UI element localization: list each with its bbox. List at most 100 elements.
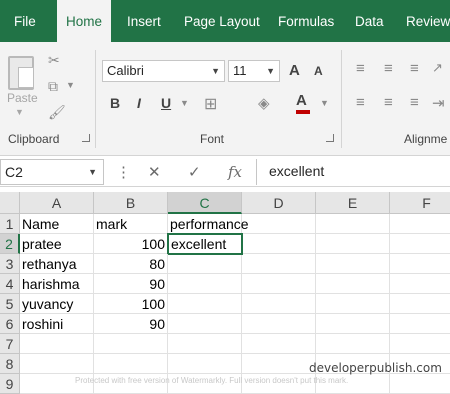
- align-middle-icon[interactable]: ≡: [384, 60, 393, 77]
- grid-cell[interactable]: [168, 314, 242, 334]
- cell-a3[interactable]: rethanya: [20, 254, 94, 274]
- grid-cell[interactable]: [242, 254, 316, 274]
- font-color-button[interactable]: A: [296, 92, 307, 109]
- grid-cell[interactable]: [94, 334, 168, 354]
- underline-dropdown-icon[interactable]: ▼: [180, 98, 189, 108]
- italic-button[interactable]: I: [137, 95, 141, 111]
- paste-icon[interactable]: [8, 56, 34, 90]
- grid-cell[interactable]: [390, 294, 450, 314]
- grid-cell[interactable]: [390, 334, 450, 354]
- orientation-icon[interactable]: ↗: [432, 60, 443, 76]
- row-header[interactable]: 5: [0, 294, 20, 314]
- align-center-icon[interactable]: ≡: [384, 94, 393, 111]
- grid-cell[interactable]: [242, 274, 316, 294]
- bold-button[interactable]: B: [110, 95, 120, 111]
- grid-cell[interactable]: [390, 314, 450, 334]
- paste-button-label[interactable]: Paste: [7, 91, 38, 105]
- grid-cell[interactable]: [390, 234, 450, 254]
- cancel-icon[interactable]: ✕: [148, 163, 161, 181]
- column-header-c[interactable]: C: [168, 192, 242, 214]
- formula-input[interactable]: excellent: [256, 159, 450, 185]
- cut-icon[interactable]: ✂: [48, 52, 60, 69]
- grid-cell[interactable]: [390, 214, 450, 234]
- grid-cell[interactable]: [316, 294, 390, 314]
- cell-b6[interactable]: 90: [94, 314, 168, 334]
- cell-b2[interactable]: 100: [94, 234, 168, 254]
- column-header-a[interactable]: A: [20, 192, 94, 214]
- font-color-dropdown-icon[interactable]: ▼: [320, 98, 329, 108]
- grid-cell[interactable]: [316, 334, 390, 354]
- row-header[interactable]: 3: [0, 254, 20, 274]
- grid-cell[interactable]: [316, 234, 390, 254]
- grow-font-button[interactable]: A: [289, 62, 300, 79]
- cell-b1[interactable]: mark: [94, 214, 168, 234]
- grid-cell[interactable]: [168, 354, 242, 374]
- paste-dropdown-icon[interactable]: ▼: [15, 107, 24, 117]
- grid-cell[interactable]: [390, 274, 450, 294]
- grid-cell[interactable]: [168, 254, 242, 274]
- enter-icon[interactable]: ✓: [188, 163, 201, 181]
- grid-cell[interactable]: [168, 334, 242, 354]
- grid-cell[interactable]: [390, 254, 450, 274]
- insert-function-icon[interactable]: fx: [228, 163, 242, 181]
- grid-cell[interactable]: [20, 334, 94, 354]
- row-header[interactable]: 6: [0, 314, 20, 334]
- cell-b3[interactable]: 80: [94, 254, 168, 274]
- grid-cell[interactable]: [316, 214, 390, 234]
- grid-cell[interactable]: [316, 254, 390, 274]
- align-left-icon[interactable]: ≡: [356, 94, 365, 111]
- shrink-font-button[interactable]: A: [314, 64, 323, 78]
- grid-cell[interactable]: [20, 354, 94, 374]
- borders-icon[interactable]: ⊞: [204, 94, 217, 114]
- grid-cell[interactable]: [242, 214, 316, 234]
- align-top-icon[interactable]: ≡: [356, 60, 365, 77]
- grid-cell[interactable]: [242, 234, 316, 254]
- indent-icon[interactable]: ⇥: [432, 94, 445, 112]
- copy-dropdown-icon[interactable]: ▼: [66, 80, 75, 90]
- cell-a5[interactable]: yuvancy: [20, 294, 94, 314]
- row-header[interactable]: 2: [0, 234, 20, 254]
- tab-file[interactable]: File: [14, 0, 36, 42]
- cell-a2[interactable]: pratee: [20, 234, 94, 254]
- tab-data[interactable]: Data: [355, 0, 384, 42]
- row-header[interactable]: 7: [0, 334, 20, 354]
- font-size-select[interactable]: 11 ▼: [228, 60, 280, 82]
- fill-color-icon[interactable]: ◈: [258, 94, 270, 112]
- format-painter-icon[interactable]: 🖌: [48, 104, 66, 121]
- grid-cell[interactable]: [168, 294, 242, 314]
- tab-insert[interactable]: Insert: [127, 0, 161, 42]
- cell-a4[interactable]: harishma: [20, 274, 94, 294]
- grid-cell[interactable]: [316, 274, 390, 294]
- row-header[interactable]: 8: [0, 354, 20, 374]
- cell-a1[interactable]: Name: [20, 214, 94, 234]
- underline-button[interactable]: U: [161, 95, 171, 111]
- cell-c2-active[interactable]: excellent: [167, 233, 243, 255]
- row-header[interactable]: 1: [0, 214, 20, 234]
- select-all-corner[interactable]: [0, 192, 20, 214]
- column-header-e[interactable]: E: [316, 192, 390, 214]
- cell-b5[interactable]: 100: [94, 294, 168, 314]
- grid-cell[interactable]: [168, 274, 242, 294]
- clipboard-launcher-icon[interactable]: [82, 134, 90, 142]
- tab-review[interactable]: Review: [406, 0, 450, 42]
- grid-cell[interactable]: [242, 354, 316, 374]
- tab-page-layout[interactable]: Page Layout: [184, 0, 260, 42]
- cell-c1[interactable]: performance: [168, 214, 249, 234]
- tab-home[interactable]: Home: [57, 0, 111, 42]
- column-header-d[interactable]: D: [242, 192, 316, 214]
- align-bottom-icon[interactable]: ≡: [410, 60, 419, 77]
- row-header[interactable]: 4: [0, 274, 20, 294]
- column-header-b[interactable]: B: [94, 192, 168, 214]
- grid-cell[interactable]: [316, 314, 390, 334]
- cell-a6[interactable]: roshini: [20, 314, 94, 334]
- grid-cell[interactable]: [242, 334, 316, 354]
- grid-cell[interactable]: [242, 314, 316, 334]
- grid-cell[interactable]: [242, 294, 316, 314]
- column-header-f[interactable]: F: [390, 192, 450, 214]
- grid-cell[interactable]: [390, 374, 450, 394]
- tab-formulas[interactable]: Formulas: [278, 0, 334, 42]
- grid-cell[interactable]: [94, 354, 168, 374]
- cell-b4[interactable]: 90: [94, 274, 168, 294]
- name-box[interactable]: C2 ▼: [0, 159, 104, 185]
- align-right-icon[interactable]: ≡: [410, 94, 419, 111]
